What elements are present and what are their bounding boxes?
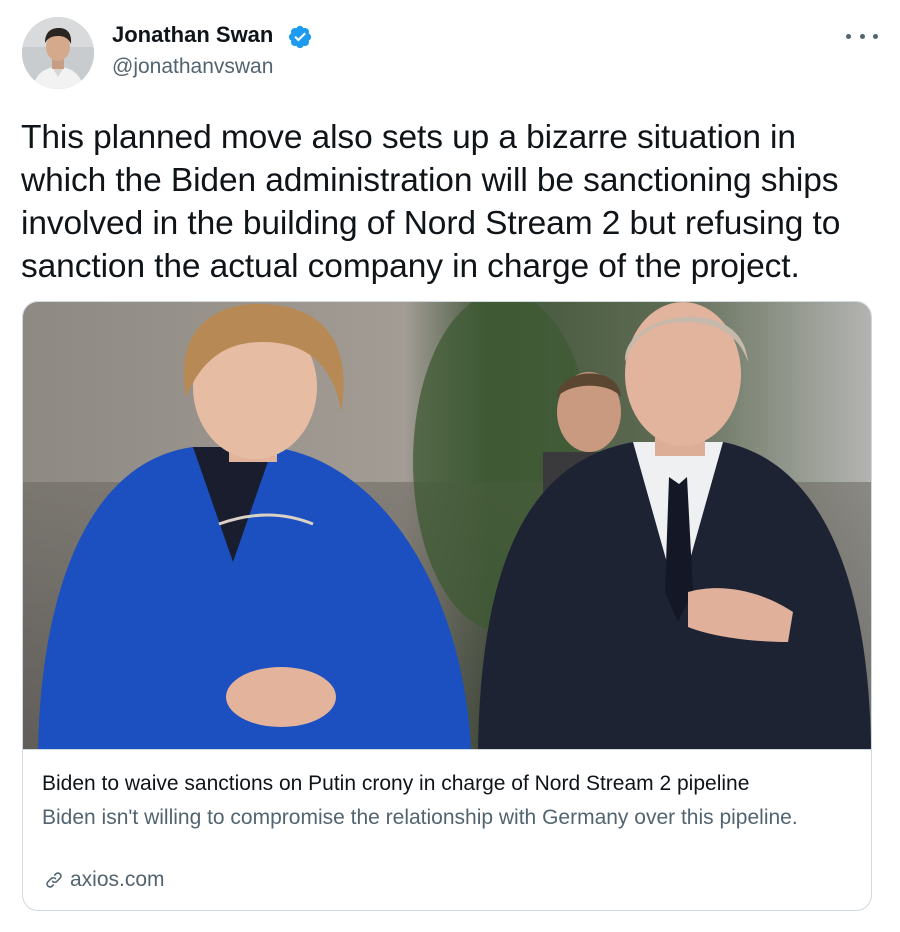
avatar-photo-icon <box>22 17 94 89</box>
verified-badge-icon <box>288 25 312 49</box>
more-dot <box>873 33 878 39</box>
card-domain: axios.com <box>70 868 165 891</box>
more-horizontal-icon <box>846 33 851 39</box>
tweet-text: This planned move also sets up a bizarre… <box>21 119 841 285</box>
card-image[interactable] <box>23 302 871 749</box>
card-divider <box>23 749 871 750</box>
card-domain-link[interactable]: axios.com <box>42 868 165 892</box>
author-name[interactable]: Jonathan Swan <box>112 22 273 48</box>
tweet: Jonathan Swan @jonathanvswan This planne… <box>0 0 900 932</box>
author-avatar[interactable] <box>22 17 94 89</box>
author-handle[interactable]: @jonathanvswan <box>112 55 273 79</box>
link-card[interactable]: Biden to waive sanctions on Putin crony … <box>22 301 872 911</box>
more-dot <box>859 33 865 39</box>
link-icon <box>46 872 62 888</box>
card-title[interactable]: Biden to waive sanctions on Putin crony … <box>42 772 862 796</box>
card-description: Biden isn't willing to compromise the re… <box>42 806 798 829</box>
more-options-button[interactable] <box>846 24 878 48</box>
article-photo-icon <box>23 302 871 749</box>
